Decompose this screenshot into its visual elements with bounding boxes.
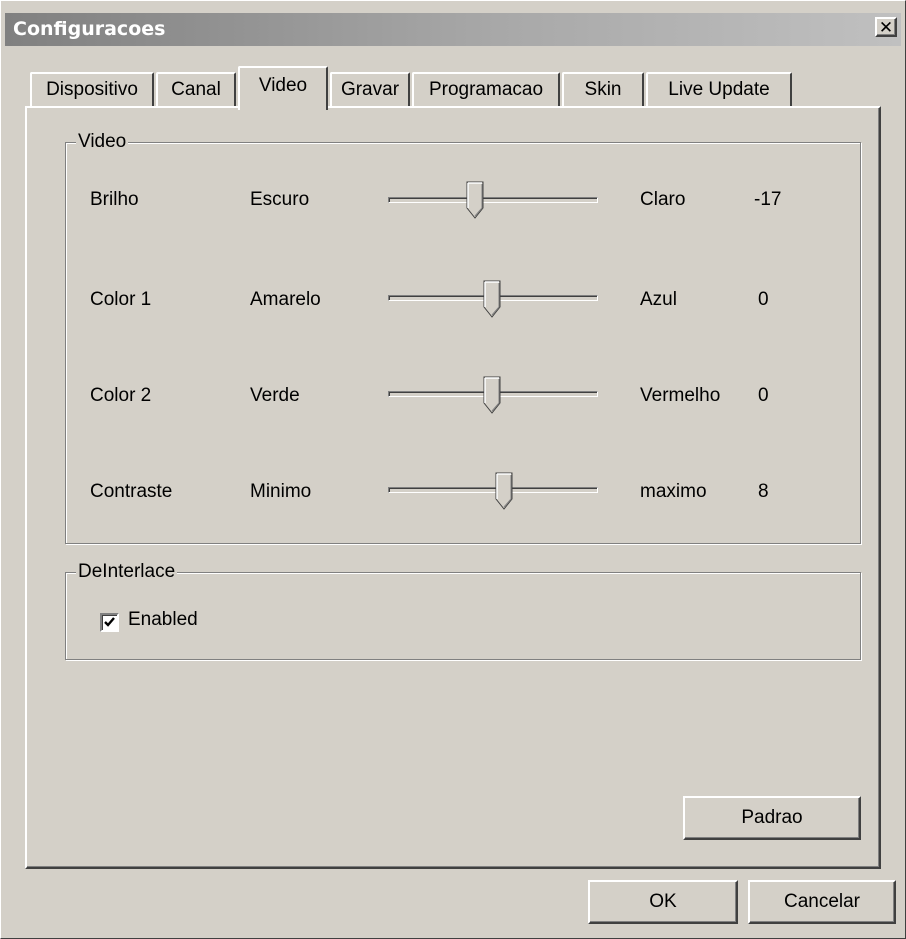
brilho-label: Brilho [90, 189, 139, 210]
brilho-min-label: Escuro [250, 189, 310, 210]
brilho-max-label: Claro [640, 189, 686, 210]
contraste-slider-track[interactable] [388, 487, 598, 493]
video-group-legend: Video [76, 131, 129, 153]
contraste-max-label: maximo [640, 481, 707, 502]
tab-label: Programacao [428, 79, 544, 100]
color2-slider-thumb[interactable] [483, 376, 501, 414]
tab-label: Live Update [668, 79, 770, 100]
window-title: Configuracoes [13, 18, 166, 40]
tab-canal[interactable]: Canal [156, 72, 236, 108]
brilho-value: -17 [754, 189, 782, 210]
cancel-button-label: Cancelar [783, 891, 861, 912]
cancel-button[interactable]: Cancelar [748, 880, 896, 924]
default-button[interactable]: Padrao [683, 796, 861, 840]
tab-skin[interactable]: Skin [562, 72, 644, 108]
tab-programacao[interactable]: Programacao [412, 72, 560, 108]
tab-label: Video [258, 75, 308, 96]
tab-live-update[interactable]: Live Update [646, 72, 792, 108]
color1-value: 0 [758, 289, 769, 310]
title-bar[interactable]: Configuracoes ✕ [5, 13, 901, 46]
tab-dispositivo[interactable]: Dispositivo [30, 72, 154, 108]
color1-label: Color 1 [90, 289, 152, 310]
video-tab-panel: Video Brilho Escuro Claro -17 Color 1 Am… [25, 106, 881, 869]
contraste-label: Contraste [90, 481, 173, 502]
color1-min-label: Amarelo [250, 289, 321, 310]
default-button-label: Padrao [741, 807, 803, 828]
ok-button-label: OK [649, 891, 677, 912]
tab-gravar[interactable]: Gravar [330, 72, 410, 108]
video-group: Video Brilho Escuro Claro -17 Color 1 Am… [65, 131, 861, 544]
tab-label: Skin [584, 79, 622, 100]
brilho-slider-thumb[interactable] [466, 181, 484, 219]
deinterlace-checkbox[interactable] [100, 613, 119, 632]
contraste-slider-thumb[interactable] [495, 472, 513, 510]
color2-value: 0 [758, 385, 769, 406]
tab-video[interactable]: Video [238, 66, 328, 110]
color2-max-label: Vermelho [640, 385, 721, 406]
color2-label: Color 2 [90, 385, 152, 406]
ok-button[interactable]: OK [588, 880, 738, 924]
brilho-slider-track[interactable] [388, 197, 598, 203]
close-button[interactable]: ✕ [875, 17, 897, 37]
tab-label: Dispositivo [46, 79, 138, 100]
deinterlace-group: DeInterlace Enabled [65, 561, 861, 660]
contraste-value: 8 [758, 481, 769, 502]
color2-min-label: Verde [250, 385, 300, 406]
deinterlace-group-legend: DeInterlace [76, 561, 178, 583]
tab-label: Gravar [340, 79, 400, 100]
tab-label: Canal [171, 79, 221, 100]
close-icon: ✕ [878, 18, 894, 38]
check-icon [104, 617, 115, 627]
deinterlace-enabled-label[interactable]: Enabled [128, 609, 198, 631]
contraste-min-label: Minimo [250, 481, 312, 502]
color1-slider-thumb[interactable] [483, 280, 501, 318]
color1-max-label: Azul [640, 289, 677, 310]
